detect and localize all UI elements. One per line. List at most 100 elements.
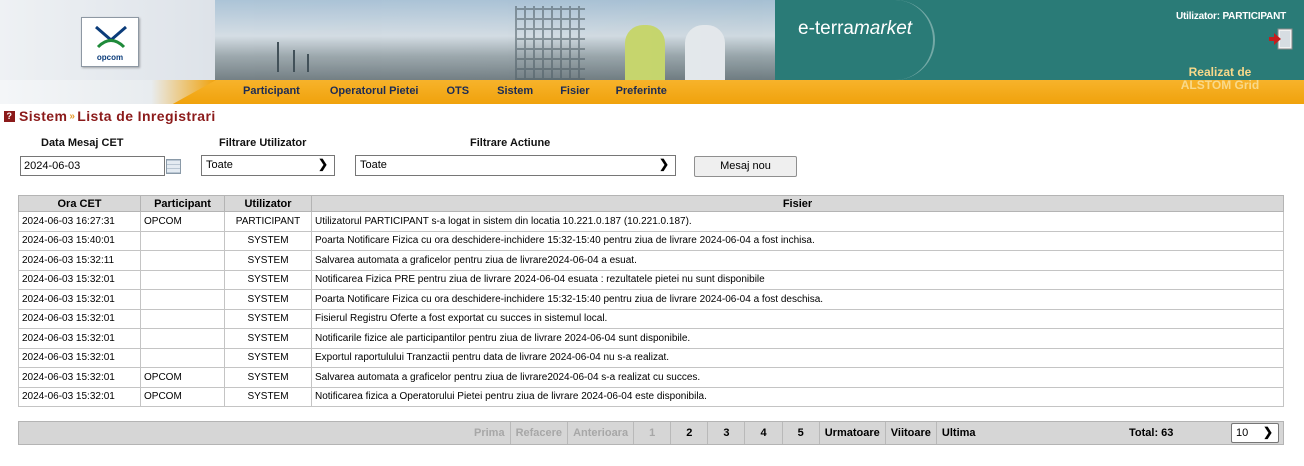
menu-item-operatorul-pietei[interactable]: Operatorul Pietei [330,85,419,97]
cell-ora: 2024-06-03 15:32:01 [18,269,141,290]
table-row[interactable]: 2024-06-03 15:32:01 SYSTEM Notificarea Fiz… [18,269,1284,290]
column-header-participant[interactable]: Participant [140,195,225,212]
brand-suffix: market [853,18,913,39]
cell-fisier: Poarta Notificare Fizica cu ora deschide… [311,230,1284,251]
pager-following[interactable]: Viitoare [886,422,937,444]
pagination-bar: Prima Refacere Anterioara 1 2 3 4 5 Urma… [18,421,1284,445]
cell-participant [140,269,225,290]
cell-utilizator: SYSTEM [224,367,312,388]
user-filter-label: Filtrare Utilizator [219,137,307,149]
table-row[interactable]: 2024-06-03 15:32:11 SYSTEM Salvarea automa… [18,250,1284,271]
help-icon[interactable]: ? [4,110,15,122]
vendor-credit: Realizat de ALSTOM Grid [1150,66,1290,92]
cell-participant [140,328,225,349]
pager-last[interactable]: Ultima [937,422,981,444]
power-station-graphic [515,6,585,80]
table-row[interactable]: 2024-06-03 15:32:01 OPCOM SYSTEM Notificare… [18,386,1284,407]
chevron-down-icon: ❯ [317,157,328,171]
cell-ora: 2024-06-03 15:40:01 [18,230,141,251]
opcom-logo-icon [95,25,127,49]
pager-previous[interactable]: Anterioara [568,422,635,444]
cell-participant: OPCOM [140,386,225,407]
pager-page-5[interactable]: 5 [783,422,820,444]
cell-ora: 2024-06-03 15:32:01 [18,328,141,349]
menu-item-ots[interactable]: OTS [447,85,470,97]
cell-utilizator: PARTICIPANT [224,211,312,232]
pager-page-4[interactable]: 4 [745,422,783,444]
cell-participant: OPCOM [140,211,225,232]
cell-participant [140,250,225,271]
cell-participant [140,289,225,310]
app-header: opcom e-terramarket Utilizator: PARTICIP… [0,0,1304,104]
breadcrumb-section[interactable]: Sistem [19,108,67,124]
pager-next[interactable]: Urmatoare [820,422,886,444]
new-message-button[interactable]: Mesaj nou [694,156,797,177]
table-row[interactable]: 2024-06-03 15:32:01 SYSTEM Poarta Notifica… [18,289,1284,310]
table-row[interactable]: 2024-06-03 15:40:01 SYSTEM Poarta Notifica… [18,230,1284,251]
breadcrumb-page: Lista de Inregistrari [77,108,216,124]
pager-page-1[interactable]: 1 [634,422,672,444]
calendar-icon[interactable] [166,159,181,174]
cell-utilizator: SYSTEM [224,250,312,271]
page-title: ? Sistem » Lista de Inregistrari [4,108,216,124]
cell-ora: 2024-06-03 15:32:01 [18,367,141,388]
cell-participant [140,347,225,368]
date-input[interactable] [20,156,165,176]
cell-participant [140,308,225,329]
log-table: Ora CET Participant Utilizator Fisier 20… [18,195,1284,407]
cell-fisier: Notificarea Fizica PRE pentru ziua de li… [311,269,1284,290]
logo-text: opcom [96,53,124,62]
column-header-ora[interactable]: Ora CET [18,195,141,212]
table-row[interactable]: 2024-06-03 15:32:01 OPCOM SYSTEM Salvarea a… [18,367,1284,388]
table-row[interactable]: 2024-06-03 15:32:01 SYSTEM Notificarile fi… [18,328,1284,349]
brand-prefix: e-terra [798,18,854,39]
cell-utilizator: SYSTEM [224,347,312,368]
cell-ora: 2024-06-03 15:32:01 [18,289,141,310]
column-header-utilizator[interactable]: Utilizator [224,195,312,212]
page-size-value: 10 [1236,427,1249,439]
cell-fisier: Poarta Notificare Fizica cu ora deschide… [311,289,1284,310]
cell-fisier: Salvarea automata a graficelor pentru zi… [311,250,1284,271]
cell-utilizator: SYSTEM [224,289,312,310]
cell-utilizator: SYSTEM [224,230,312,251]
worker-graphic [685,25,725,80]
action-filter-select[interactable]: Toate ❯ [355,155,676,176]
opcom-logo: opcom [81,17,139,67]
menu-item-preferinte[interactable]: Preferinte [616,85,667,97]
table-row[interactable]: 2024-06-03 16:27:31 OPCOM PARTICIPANT Utili… [18,211,1284,232]
wind-turbine-icon [307,54,309,72]
brand-name: e-terramarket [798,18,912,40]
pager-first[interactable]: Prima [469,422,511,444]
action-filter-label: Filtrare Actiune [470,137,551,149]
column-header-fisier[interactable]: Fisier [311,195,1284,212]
menu-item-fisier[interactable]: Fisier [560,85,589,97]
user-filter-select[interactable]: Toate ❯ [201,155,335,176]
pager-page-3[interactable]: 3 [708,422,746,444]
cell-participant: OPCOM [140,367,225,388]
main-menu: Participant Operatorul Pietei OTS Sistem… [243,85,667,97]
cell-fisier: Notificarile fizice ale participantilor … [311,328,1284,349]
cell-ora: 2024-06-03 15:32:01 [18,347,141,368]
table-row[interactable]: 2024-06-03 15:32:01 SYSTEM Fisierul Regist… [18,308,1284,329]
menu-item-sistem[interactable]: Sistem [497,85,533,97]
logout-icon[interactable] [1268,28,1294,50]
header-photo [215,0,775,80]
user-filter-value: Toate [206,159,233,171]
action-filter-value: Toate [360,159,387,171]
cell-fisier: Notificarea fizica a Operatorului Pietei… [311,386,1284,407]
cell-fisier: Salvarea automata a graficelor pentru zi… [311,367,1284,388]
cell-fisier: Exportul raportulului Tranzactii pentru … [311,347,1284,368]
credit-line-2: ALSTOM Grid [1180,78,1260,92]
cell-ora: 2024-06-03 15:32:11 [18,250,141,271]
cell-ora: 2024-06-03 15:32:01 [18,308,141,329]
cell-utilizator: SYSTEM [224,308,312,329]
pager-refresh[interactable]: Refacere [511,422,569,444]
cell-utilizator: SYSTEM [224,269,312,290]
page-size-select[interactable]: 10 ❯ [1231,423,1279,443]
current-user-label: Utilizator: PARTICIPANT [1175,11,1286,22]
table-body: 2024-06-03 16:27:31 OPCOM PARTICIPANT Utili… [18,211,1284,407]
cell-ora: 2024-06-03 16:27:31 [18,211,141,232]
pager-page-2[interactable]: 2 [671,422,709,444]
table-row[interactable]: 2024-06-03 15:32:01 SYSTEM Exportul raport… [18,347,1284,368]
menu-item-participant[interactable]: Participant [243,85,300,97]
